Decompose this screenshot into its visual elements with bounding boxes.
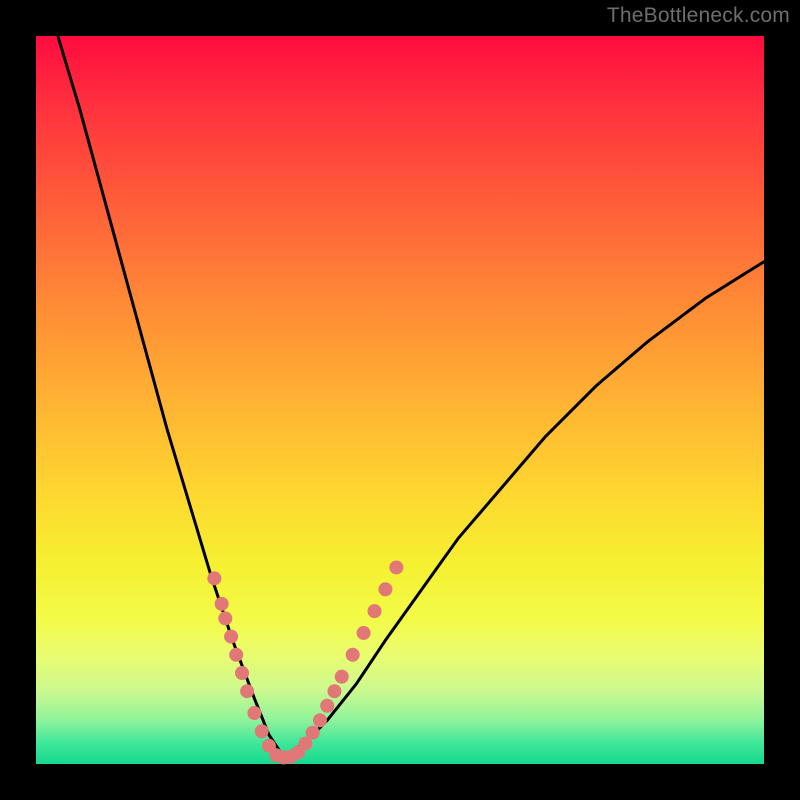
marker-dot	[207, 571, 221, 585]
watermark-text: TheBottleneck.com	[607, 4, 790, 28]
marker-dot	[247, 706, 261, 720]
marker-dot	[218, 611, 232, 625]
series-left-branch	[58, 36, 284, 757]
marker-dot	[357, 626, 371, 640]
marker-dot	[306, 726, 320, 740]
chart-frame: TheBottleneck.com	[0, 0, 800, 800]
marker-dot	[346, 648, 360, 662]
marker-dot	[235, 666, 249, 680]
marker-dot	[368, 604, 382, 618]
curve-lines	[58, 36, 764, 757]
curve-markers	[207, 560, 403, 764]
series-right-branch	[284, 262, 764, 757]
marker-dot	[229, 648, 243, 662]
marker-dot	[255, 724, 269, 738]
plot-area	[36, 36, 764, 764]
marker-dot	[378, 582, 392, 596]
bottleneck-curve	[36, 36, 764, 764]
marker-dot	[313, 713, 327, 727]
marker-dot	[335, 670, 349, 684]
marker-dot	[320, 699, 334, 713]
marker-dot	[224, 630, 238, 644]
marker-dot	[327, 684, 341, 698]
marker-dot	[215, 597, 229, 611]
marker-dot	[240, 684, 254, 698]
marker-dot	[389, 560, 403, 574]
